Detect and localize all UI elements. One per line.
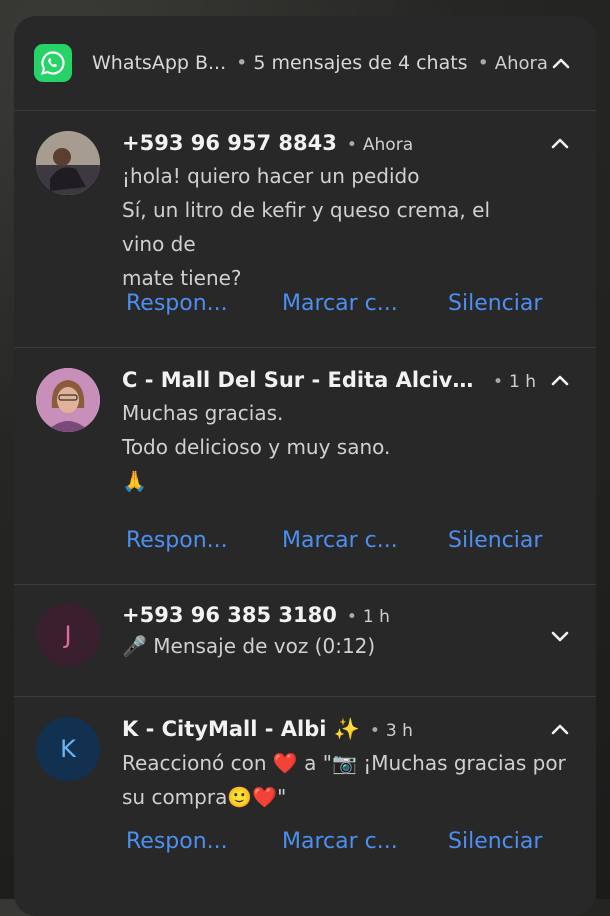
mark-read-button[interactable]: Marcar c... — [282, 528, 448, 553]
message-line: su compra🙂❤️" — [122, 785, 287, 809]
avatar-letter: K — [60, 735, 76, 763]
group-header[interactable]: WhatsApp B... • 5 mensajes de 4 chats • Aho… — [14, 16, 596, 111]
notification-item[interactable]: C - Mall Del Sur - Edita Alcivar de... •… — [14, 348, 596, 585]
avatar-letter: J — [64, 621, 72, 649]
expand-chevron-down-icon[interactable] — [548, 625, 572, 649]
collapse-chevron-up-icon[interactable] — [548, 131, 572, 155]
message-line: mate tiene? — [122, 266, 242, 290]
message-line: Muchas gracias. — [122, 401, 284, 425]
whatsapp-business-icon — [34, 44, 72, 82]
group-time: Ahora — [494, 53, 548, 74]
collapse-chevron-up-icon[interactable] — [548, 368, 572, 392]
sender-name: K - CityMall - Albi ✨ — [122, 717, 360, 741]
message-line: Reaccionó con ❤️ a "📷 ¡Muchas gracias po… — [122, 751, 566, 775]
mark-read-button[interactable]: Marcar c... — [282, 291, 448, 316]
message-time: 1 h — [509, 372, 536, 392]
message-line: 🙏 — [122, 469, 147, 493]
group-summary: 5 mensajes de 4 chats — [253, 52, 468, 74]
reply-button[interactable]: Respon... — [126, 829, 282, 854]
sender-name: C - Mall Del Sur - Edita Alcivar de... — [122, 368, 483, 392]
message-line: ¡hola! quiero hacer un pedido — [122, 164, 420, 188]
notification-item[interactable]: +593 96 957 8843 • Ahora ¡hola! quiero ha… — [14, 111, 596, 348]
avatar — [36, 368, 100, 432]
collapse-chevron-up-icon[interactable] — [548, 717, 572, 741]
sender-name: +593 96 957 8843 — [122, 131, 337, 155]
sender-name: +593 96 385 3180 — [122, 603, 337, 627]
message-time: 3 h — [385, 721, 413, 741]
avatar — [36, 131, 100, 195]
mute-button[interactable]: Silenciar — [448, 528, 542, 553]
app-name: WhatsApp B... — [92, 52, 227, 74]
avatar: K — [36, 717, 100, 781]
message-line: 🎤 Mensaje de voz (0:12) — [122, 634, 376, 658]
reply-button[interactable]: Respon... — [126, 291, 282, 316]
mute-button[interactable]: Silenciar — [448, 291, 542, 316]
mute-button[interactable]: Silenciar — [448, 829, 542, 854]
message-line: Todo delicioso y muy sano. — [122, 435, 391, 459]
message-line: Sí, un litro de kefir y queso crema, el … — [122, 198, 490, 256]
reply-button[interactable]: Respon... — [126, 528, 282, 553]
message-time: 1 h — [362, 607, 390, 627]
avatar: J — [36, 603, 100, 667]
notification-group: WhatsApp B... • 5 mensajes de 4 chats • Aho… — [14, 16, 596, 916]
notification-item[interactable]: K K - CityMall - Albi ✨ • 3 h Reaccionó c… — [14, 697, 596, 907]
notification-item[interactable]: J +593 96 385 3180 • 1 h 🎤 Mensaje de voz… — [14, 585, 596, 697]
mark-read-button[interactable]: Marcar c... — [282, 829, 448, 854]
message-time: Ahora — [362, 135, 414, 155]
collapse-group-chevron-up-icon[interactable] — [548, 50, 574, 76]
